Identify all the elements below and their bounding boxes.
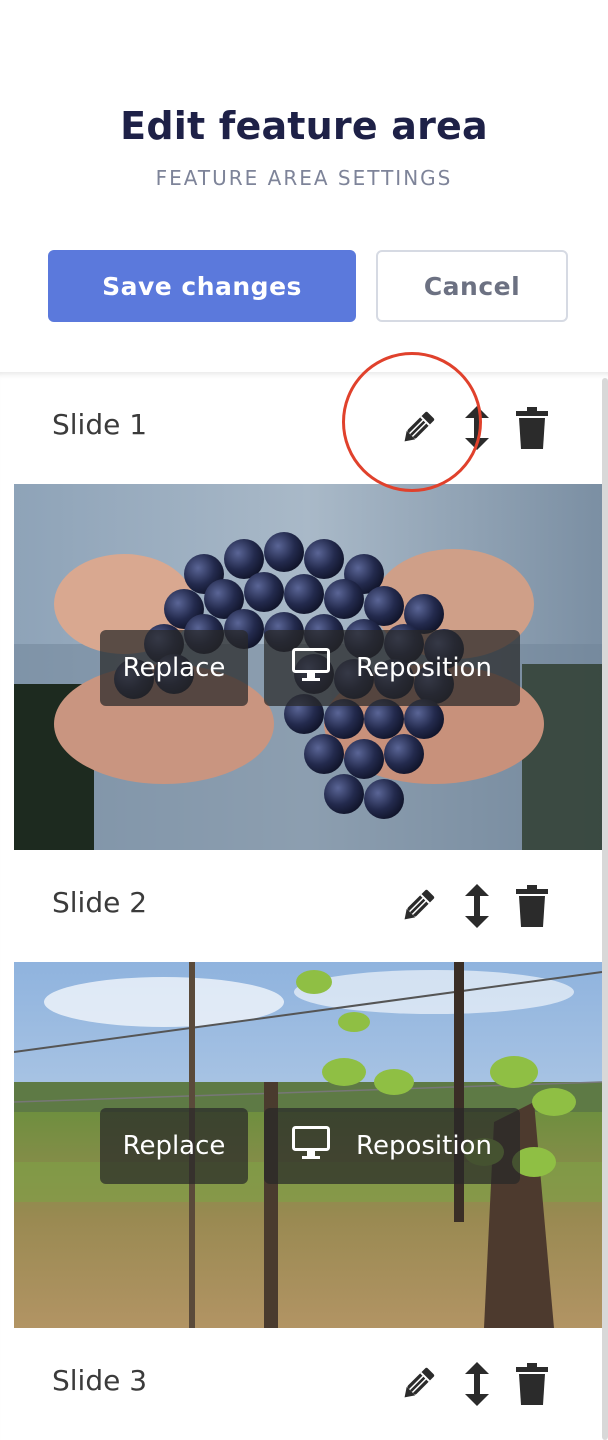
monitor-icon: [292, 647, 331, 689]
save-changes-button[interactable]: Save changes: [48, 250, 356, 322]
reposition-label: Reposition: [356, 653, 492, 683]
replace-button[interactable]: Replace: [100, 630, 248, 706]
move-vertical-icon[interactable]: [455, 406, 499, 450]
reposition-button[interactable]: Reposition: [264, 630, 520, 706]
slide-image-1: Replace Reposition: [14, 484, 602, 850]
scrollbar[interactable]: [602, 378, 608, 1440]
trash-icon[interactable]: [510, 406, 554, 450]
header: Edit feature area FEATURE AREA SETTINGS …: [0, 0, 608, 372]
monitor-icon: [292, 1125, 331, 1167]
page-subtitle: FEATURE AREA SETTINGS: [155, 166, 453, 190]
slide-list[interactable]: Slide 1 Replace Reposition Slide 2 Repla…: [0, 372, 608, 1440]
slide-label: Slide 3: [52, 1364, 148, 1397]
slide-label: Slide 2: [52, 886, 148, 919]
slide-image-2: Replace Reposition: [14, 962, 602, 1328]
move-vertical-icon[interactable]: [455, 1362, 499, 1406]
move-vertical-icon[interactable]: [455, 884, 499, 928]
pencil-icon[interactable]: [396, 1362, 440, 1406]
reposition-label: Reposition: [356, 1131, 492, 1161]
slide-row-1: Slide 1: [0, 372, 602, 484]
slide-label: Slide 1: [52, 408, 148, 441]
replace-button[interactable]: Replace: [100, 1108, 248, 1184]
slide-row-2: Slide 2: [0, 850, 602, 962]
reposition-button[interactable]: Reposition: [264, 1108, 520, 1184]
pencil-icon[interactable]: [396, 406, 440, 450]
trash-icon[interactable]: [510, 1362, 554, 1406]
slide-row-3: Slide 3: [0, 1328, 602, 1440]
cancel-button[interactable]: Cancel: [376, 250, 568, 322]
page-title: Edit feature area: [120, 104, 488, 148]
trash-icon[interactable]: [510, 884, 554, 928]
pencil-icon[interactable]: [396, 884, 440, 928]
